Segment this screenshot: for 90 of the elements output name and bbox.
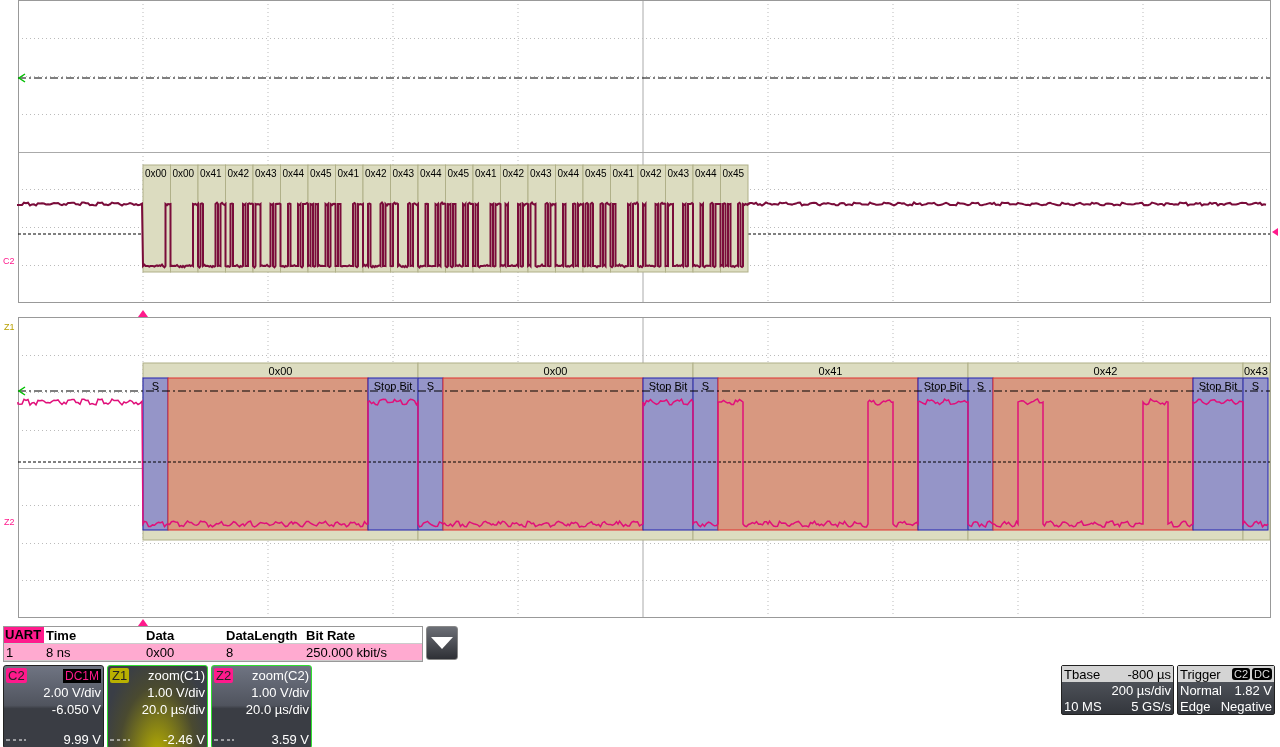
channel-badge: Z2 <box>214 668 234 683</box>
decoded-byte-label: 0x43 <box>667 168 690 179</box>
bit-label: Stop Bit <box>1198 380 1238 392</box>
offset-value: 3.59 V <box>271 732 309 747</box>
dashed-line-icon <box>110 738 130 741</box>
decoded-byte-label: 0x45 <box>722 168 745 179</box>
decoded-byte-label: 0x41 <box>337 168 360 179</box>
memory-depth: 10 MS <box>1064 698 1102 714</box>
table-cell-text: 8 <box>225 644 235 660</box>
channel-descriptor[interactable]: C2 DC1M 2.00 V/div -6.050 V 9.99 V <box>3 665 104 747</box>
decoded-byte-label: 0x42 <box>502 168 525 179</box>
offset-value: -2.46 V <box>163 732 205 747</box>
trigger-coupling: DC <box>1252 668 1272 680</box>
decoded-byte-label: 0x44 <box>695 168 717 179</box>
timebase-panel[interactable]: Tbase -800 µs 200 µs/div 10 MS 5 GS/s <box>1061 665 1174 715</box>
trigger-panel[interactable]: Trigger C2 DC Normal 1.82 V Edge Negative <box>1177 665 1275 715</box>
channel-setting: 20.0 µs/div <box>244 701 309 718</box>
channel-label: Z2 <box>4 517 15 527</box>
decoded-byte-label: 0x41 <box>612 168 635 179</box>
caret-down-icon <box>431 637 453 649</box>
decoded-byte-label: 0x45 <box>310 168 332 179</box>
delay-value: -800 µs <box>1127 666 1171 682</box>
dropdown-button[interactable] <box>426 626 458 660</box>
bit-label: S <box>701 380 710 392</box>
channel-descriptor[interactable]: Z1 zoom(C1) 1.00 V/div 20.0 µs/div -2.46 V <box>107 665 208 747</box>
channel-badge: Z1 <box>110 668 130 683</box>
decoded-byte-label: 0x45 <box>447 168 470 179</box>
decoded-byte-label: 0x43 <box>530 168 552 179</box>
channel-setting: 2.00 V/div <box>42 684 101 701</box>
decoded-byte-label: 0x00 <box>543 365 568 377</box>
decoded-byte-label: 0x44 <box>282 168 305 179</box>
level-marker-icon <box>17 386 26 396</box>
trigger-mode: Normal <box>1180 682 1222 698</box>
channel-setting: 20.0 µs/div <box>140 701 205 718</box>
trigger-source: C2 <box>1232 668 1251 680</box>
bit-label: Stop Bit <box>648 380 688 392</box>
decoded-byte-label: 0x43 <box>392 168 415 179</box>
channel-label: C2 <box>3 256 15 266</box>
trigger-level-icon <box>1272 228 1278 236</box>
trigger-slope: Negative <box>1220 698 1272 714</box>
channel-setting: 1.00 V/div <box>146 684 205 701</box>
level-marker-icon <box>17 73 26 83</box>
decoded-byte-label: 0x42 <box>640 168 662 179</box>
sample-rate: 5 GS/s <box>1131 698 1171 714</box>
table-cell-text: 0x00 <box>145 644 176 660</box>
decoded-byte-label: 0x00 <box>268 365 293 377</box>
trigger-type: Edge <box>1180 698 1211 714</box>
decoded-byte-label: 0x42 <box>1093 365 1118 377</box>
channel-badge: C2 <box>6 668 27 683</box>
column-header: Time <box>45 627 78 643</box>
bit-label: S <box>151 380 160 392</box>
decoded-byte-label: 0x44 <box>420 168 442 179</box>
decoded-byte-label: 0x41 <box>475 168 497 179</box>
zoom-source: zoom(C2) <box>251 668 309 683</box>
column-header: Data <box>145 627 176 643</box>
channel-setting: -6.050 V <box>50 701 101 718</box>
table-cell-text: 1 <box>5 644 15 660</box>
panel-title: Trigger <box>1180 666 1221 682</box>
column-header: Bit Rate <box>305 627 357 643</box>
trigger-position-icon <box>138 310 148 317</box>
decoded-byte-label: 0x43 <box>1244 365 1268 377</box>
protocol-badge: UART <box>4 627 44 643</box>
bit-label: S <box>426 380 435 392</box>
decoded-byte-label: 0x44 <box>557 168 580 179</box>
channel-descriptor[interactable]: Z2 zoom(C2) 1.00 V/div 20.0 µs/div 3.59 V <box>211 665 312 747</box>
decoded-byte-label: 0x41 <box>200 168 222 179</box>
decoded-byte-label: 0x42 <box>365 168 387 179</box>
column-header: DataLength <box>225 627 299 643</box>
bit-label: S <box>1251 380 1260 392</box>
table-cell-text: 250.000 kbit/s <box>305 644 388 660</box>
decoded-byte-label: 0x00 <box>172 168 195 179</box>
channel-setting: 1.00 V/div <box>250 684 309 701</box>
coupling-badge: DC1M <box>63 668 101 683</box>
offset-value: 9.99 V <box>63 732 101 747</box>
decoded-byte-label: 0x43 <box>255 168 277 179</box>
decoded-byte-label: 0x00 <box>145 168 167 179</box>
table-cell-text: 8 ns <box>45 644 72 660</box>
timebase-scale: 200 µs/div <box>1111 682 1171 698</box>
bit-label: Stop Bit <box>923 380 963 392</box>
decoded-byte-label: 0x45 <box>585 168 607 179</box>
decoded-byte-label: 0x41 <box>818 365 843 377</box>
dashed-line-icon <box>6 738 26 741</box>
panel-title: Tbase <box>1064 666 1101 682</box>
bit-label: S <box>976 380 985 392</box>
trigger-threshold: 1.82 V <box>1234 682 1272 698</box>
dashed-line-icon <box>214 738 234 741</box>
channel-label: Z1 <box>4 322 15 332</box>
zoom-source: zoom(C1) <box>147 668 205 683</box>
bit-label: Stop Bit <box>373 380 413 392</box>
decoded-byte-label: 0x42 <box>227 168 250 179</box>
